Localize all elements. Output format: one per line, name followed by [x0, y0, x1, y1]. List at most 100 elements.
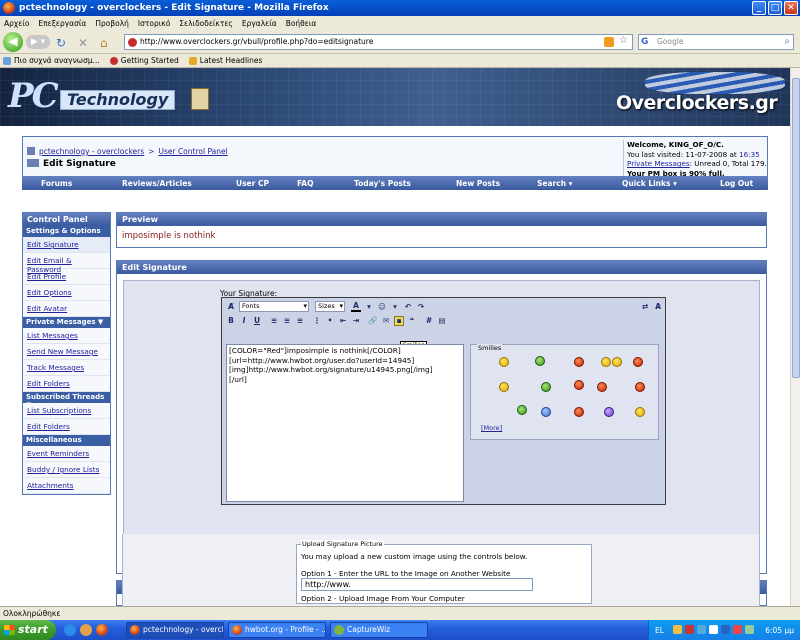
- sidebar-item-track-messages[interactable]: Track Messages: [23, 360, 110, 376]
- home-button[interactable]: ⌂: [100, 34, 108, 52]
- resize-icon[interactable]: A̷: [653, 302, 663, 312]
- nav-usercp[interactable]: User CP: [236, 179, 269, 188]
- sidebar-item-edit-email[interactable]: Edit Email & Password: [23, 253, 110, 274]
- close-button[interactable]: ✕: [784, 1, 798, 15]
- signature-textarea[interactable]: [COLOR="Red"]imposimple is nothink[/COLO…: [226, 344, 464, 502]
- smilies-icon[interactable]: ☺: [377, 302, 387, 312]
- breadcrumb-link-forum[interactable]: pctechnology - overclockers: [39, 147, 144, 156]
- pctechnology-logo[interactable]: PC Technology: [8, 76, 213, 118]
- search-icon[interactable]: ⌕: [784, 35, 790, 49]
- sidebar-item-pm-folders[interactable]: Edit Folders: [23, 376, 110, 392]
- quicklaunch-ie-icon[interactable]: [64, 624, 76, 636]
- sidebar-item-edit-avatar[interactable]: Edit Avatar: [23, 301, 110, 317]
- tray-app-icon[interactable]: [709, 625, 718, 634]
- smiley-angry-icon[interactable]: [574, 357, 584, 367]
- smiley-grin-icon[interactable]: [601, 357, 611, 367]
- language-indicator[interactable]: EL: [655, 626, 664, 635]
- tray-alert-icon[interactable]: [733, 625, 742, 634]
- rss-feed-icon[interactable]: [604, 37, 614, 47]
- nav-new-posts[interactable]: New Posts: [456, 179, 500, 188]
- font-color-icon[interactable]: A: [351, 301, 361, 312]
- nav-todays-posts[interactable]: Today's Posts: [354, 179, 411, 188]
- url-bar[interactable]: http://www.overclockers.gr/vbull/profile…: [124, 34, 633, 50]
- smilies-dropdown-icon[interactable]: ▾: [390, 302, 400, 312]
- sidebar-item-subscription-folders[interactable]: Edit Folders: [23, 419, 110, 435]
- bookmark-most-visited[interactable]: Πιο συχνά αναγνωσμ...: [3, 56, 100, 65]
- indent-icon[interactable]: ⇥: [351, 316, 361, 326]
- private-messages-link[interactable]: Private Messages: [627, 159, 690, 168]
- sidebar-group-private-messages[interactable]: Private Messages ▼: [23, 317, 110, 328]
- menu-history[interactable]: Ιστορικό: [138, 19, 170, 28]
- sidebar-item-event-reminders[interactable]: Event Reminders: [23, 446, 110, 462]
- image-url-input[interactable]: http://www.: [301, 578, 533, 591]
- redo-icon[interactable]: ↷: [416, 302, 426, 312]
- nav-forums[interactable]: Forums: [41, 179, 72, 188]
- remove-format-icon[interactable]: A̸: [226, 302, 236, 312]
- font-select[interactable]: Fonts: [239, 301, 309, 312]
- overclockers-logo[interactable]: Overclockers.gr: [616, 92, 778, 114]
- smiley-cool-icon[interactable]: [541, 407, 551, 417]
- smiley-grin2-icon[interactable]: [612, 357, 622, 367]
- nav-search[interactable]: Search ▾: [537, 179, 572, 188]
- maximize-button[interactable]: □: [768, 1, 782, 15]
- smiley-wink-icon[interactable]: [499, 382, 509, 392]
- bookmark-getting-started[interactable]: Getting Started: [109, 56, 179, 65]
- sidebar-item-attachments[interactable]: Attachments: [23, 478, 110, 494]
- nav-faq[interactable]: FAQ: [297, 179, 313, 188]
- color-dropdown-icon[interactable]: ▾: [364, 302, 374, 312]
- smiley-smile-icon[interactable]: [499, 357, 509, 367]
- sidebar-item-edit-profile[interactable]: Edit Profile: [23, 269, 110, 285]
- breadcrumb-link-usercp[interactable]: User Control Panel: [158, 147, 227, 156]
- code-hash-icon[interactable]: #: [424, 316, 434, 326]
- start-button[interactable]: start: [0, 620, 56, 640]
- smiley-snake-icon[interactable]: [517, 405, 527, 415]
- italic-icon[interactable]: I: [239, 316, 249, 326]
- sidebar-item-edit-signature[interactable]: Edit Signature: [23, 237, 110, 253]
- smiley-wave-icon[interactable]: [535, 356, 545, 366]
- tray-volume-icon[interactable]: [673, 625, 682, 634]
- tray-antivirus-icon[interactable]: [685, 625, 694, 634]
- tray-network-icon[interactable]: [697, 625, 706, 634]
- menu-help[interactable]: Βοήθεια: [286, 19, 317, 28]
- smiley-eek-icon[interactable]: [635, 407, 645, 417]
- underline-icon[interactable]: U: [252, 316, 262, 326]
- menu-file[interactable]: Αρχείο: [4, 19, 29, 28]
- sidebar-item-send-message[interactable]: Send New Message: [23, 344, 110, 360]
- bookmark-star-icon[interactable]: ☆: [619, 34, 628, 48]
- more-smilies-link[interactable]: [More]: [481, 424, 502, 432]
- smiley-devil-icon[interactable]: [633, 357, 643, 367]
- menu-bookmarks[interactable]: Σελιδοδείκτες: [179, 19, 233, 28]
- smiley-mad-icon[interactable]: [635, 382, 645, 392]
- php-code-icon[interactable]: ▤: [437, 316, 447, 326]
- back-button[interactable]: ◀: [3, 32, 23, 52]
- search-input[interactable]: G Google ⌕: [638, 34, 794, 50]
- align-center-icon[interactable]: ≡: [282, 316, 292, 326]
- smiley-confused-icon[interactable]: [604, 407, 614, 417]
- bold-icon[interactable]: B: [226, 316, 236, 326]
- size-select[interactable]: Sizes: [315, 301, 345, 312]
- menu-edit[interactable]: Επεξεργασία: [38, 19, 86, 28]
- switch-mode-icon[interactable]: ⇄: [640, 302, 650, 312]
- nav-reviews[interactable]: Reviews/Articles: [122, 179, 192, 188]
- quicklaunch-firefox-icon[interactable]: [96, 624, 108, 636]
- smiley-rofl-icon[interactable]: [574, 380, 584, 390]
- forward-button[interactable]: ▶ ▾: [26, 35, 50, 49]
- reload-button[interactable]: ↻: [56, 34, 66, 52]
- tray-media-icon[interactable]: [721, 625, 730, 634]
- insert-email-icon[interactable]: ✉: [381, 316, 391, 326]
- sidebar-item-buddy-lists[interactable]: Buddy / Ignore Lists: [23, 462, 110, 478]
- insert-image-icon[interactable]: ▪: [394, 315, 404, 326]
- smiley-blush-icon[interactable]: [574, 407, 584, 417]
- menu-tools[interactable]: Εργαλεία: [242, 19, 277, 28]
- quote-icon[interactable]: ❝: [407, 316, 417, 326]
- scrollbar-thumb[interactable]: [792, 78, 800, 378]
- page-scrollbar[interactable]: [790, 68, 800, 606]
- align-left-icon[interactable]: ≡: [269, 316, 279, 326]
- smiley-sick-icon[interactable]: [541, 382, 551, 392]
- task-capturewiz[interactable]: CaptureWiz: [330, 622, 428, 638]
- insert-link-icon[interactable]: 🔗: [368, 316, 378, 326]
- task-firefox-hwbot[interactable]: hwbot.org - Profile - ...: [228, 622, 326, 638]
- nav-logout[interactable]: Log Out: [720, 179, 753, 188]
- smiley-rofl2-icon[interactable]: [597, 382, 607, 392]
- outdent-icon[interactable]: ⇤: [338, 316, 348, 326]
